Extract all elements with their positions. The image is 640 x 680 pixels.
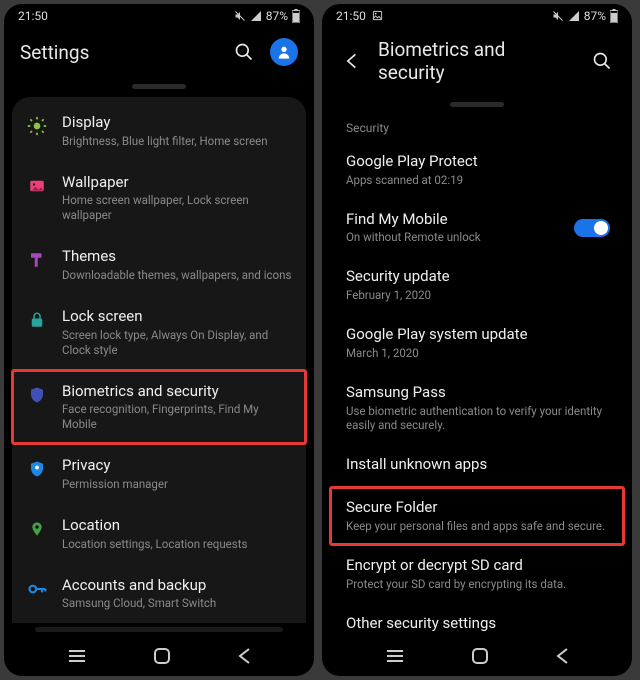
item-title: Themes <box>62 247 292 266</box>
security-item-other-security-settings[interactable]: Other security settingsChange other secu… <box>330 603 624 637</box>
drag-handle <box>450 102 504 107</box>
settings-list: Display Brightness, Blue light filter, H… <box>4 97 314 623</box>
battery-icon <box>292 9 300 23</box>
item-sub: Brightness, Blue light filter, Home scre… <box>62 134 292 149</box>
status-bar: 21:50 87% <box>322 4 632 28</box>
status-right: 87% <box>234 9 300 23</box>
security-item-google-play-system-update[interactable]: Google Play system update March 1, 2020 <box>330 314 624 372</box>
pin-icon <box>26 518 48 540</box>
item-title: Lock screen <box>62 307 292 326</box>
profile-avatar[interactable] <box>270 38 298 66</box>
home-button[interactable] <box>471 647 489 665</box>
sun-icon <box>26 115 48 137</box>
item-sub: Screen lock type, Always On Display, and… <box>62 328 292 358</box>
settings-item-lock-screen[interactable]: Lock screen Screen lock type, Always On … <box>12 295 306 370</box>
item-title: Encrypt or decrypt SD card <box>346 556 608 575</box>
item-title: Secure Folder <box>346 498 608 517</box>
phone-left-settings: 21:50 87% Settings Display Brigh <box>4 4 314 676</box>
item-title: Accounts and backup <box>62 576 292 595</box>
nav-bar <box>322 636 632 676</box>
battery-pct: 87% <box>584 9 606 23</box>
section-label: Security <box>330 115 624 141</box>
nav-bar <box>4 636 314 676</box>
item-sub: Downloadable themes, wallpapers, and ico… <box>62 268 292 283</box>
item-title: Display <box>62 113 292 132</box>
settings-item-biometrics-and-security[interactable]: Biometrics and security Face recognition… <box>12 370 306 445</box>
settings-item-display[interactable]: Display Brightness, Blue light filter, H… <box>12 101 306 161</box>
item-sub: Change other security settings, such as … <box>346 634 608 636</box>
security-item-encrypt-or-decrypt-sd-card[interactable]: Encrypt or decrypt SD card Protect your S… <box>330 545 624 603</box>
status-time: 21:50 <box>18 9 48 23</box>
item-title: Security update <box>346 267 608 286</box>
security-item-google-play-protect[interactable]: Google Play Protect Apps scanned at 02:19 <box>330 141 624 199</box>
security-item-samsung-pass[interactable]: Samsung Pass Use biometric authentication… <box>330 372 624 445</box>
security-list: Security Google Play Protect Apps scanned… <box>322 115 632 636</box>
item-title: Wallpaper <box>62 173 292 192</box>
item-title: Privacy <box>62 456 292 475</box>
phone-right-biometrics: 21:50 87% Biometrics and security Securi… <box>322 4 632 676</box>
settings-item-location[interactable]: Location Location settings, Location req… <box>12 504 306 564</box>
recent-apps-button[interactable] <box>385 649 405 663</box>
item-title: Install unknown apps <box>346 455 608 474</box>
signal-icon <box>250 10 262 22</box>
battery-pct: 87% <box>266 9 288 23</box>
security-item-install-unknown-apps[interactable]: Install unknown apps <box>330 444 624 487</box>
security-item-secure-folder[interactable]: Secure Folder Keep your personal files an… <box>330 487 624 545</box>
item-title: Google Play system update <box>346 325 608 344</box>
settings-item-accounts-and-backup[interactable]: Accounts and backup Samsung Cloud, Smart… <box>12 564 306 623</box>
item-sub: Home screen wallpaper, Lock screen wallp… <box>62 193 292 223</box>
mute-icon <box>234 10 246 22</box>
key-icon <box>26 578 48 600</box>
item-sub: February 1, 2020 <box>346 288 608 303</box>
item-sub: Permission manager <box>62 477 292 492</box>
security-item-find-my-mobile[interactable]: Find My MobileOn without Remote unlock <box>330 199 624 257</box>
item-title: Samsung Pass <box>346 383 608 402</box>
item-sub: Protect your SD card by encrypting its d… <box>346 577 608 592</box>
shield-dot-icon <box>26 458 48 480</box>
header-right: Biometrics and security <box>322 28 632 98</box>
scroll-indicator <box>35 627 283 632</box>
header-left: Settings <box>4 28 314 80</box>
status-right: 87% <box>552 9 618 23</box>
item-title: Other security settings <box>346 614 608 633</box>
item-sub: Use biometric authentication to verify y… <box>346 404 608 434</box>
item-sub: Location settings, Location requests <box>62 537 292 552</box>
status-time: 21:50 <box>336 9 383 23</box>
settings-item-privacy[interactable]: Privacy Permission manager <box>12 444 306 504</box>
brush-icon <box>26 249 48 271</box>
recent-apps-button[interactable] <box>67 649 87 663</box>
home-button[interactable] <box>153 647 171 665</box>
back-button[interactable] <box>237 647 251 665</box>
toggle-switch[interactable] <box>574 219 610 237</box>
signal-icon <box>568 10 580 22</box>
item-title: Biometrics and security <box>62 382 292 401</box>
search-button[interactable] <box>588 47 616 75</box>
item-sub: March 1, 2020 <box>346 346 608 361</box>
item-sub: On without Remote unlock <box>346 230 608 245</box>
shield-icon <box>26 384 48 406</box>
battery-icon <box>610 9 618 23</box>
lock-icon <box>26 309 48 331</box>
search-button[interactable] <box>230 38 258 66</box>
item-title: Google Play Protect <box>346 152 608 171</box>
mute-icon <box>552 10 564 22</box>
page-title: Biometrics and security <box>378 38 576 84</box>
item-sub: Face recognition, Fingerprints, Find My … <box>62 402 292 432</box>
image-icon <box>26 175 48 197</box>
back-button[interactable] <box>555 647 569 665</box>
page-title: Settings <box>20 41 218 64</box>
back-button-header[interactable] <box>338 47 366 75</box>
item-title: Find My Mobile <box>346 210 608 229</box>
settings-item-wallpaper[interactable]: Wallpaper Home screen wallpaper, Lock sc… <box>12 161 306 236</box>
security-item-security-update[interactable]: Security update February 1, 2020 <box>330 256 624 314</box>
status-bar: 21:50 87% <box>4 4 314 28</box>
item-sub: Keep your personal files and apps safe a… <box>346 519 608 534</box>
drag-handle <box>132 84 186 89</box>
item-sub: Apps scanned at 02:19 <box>346 173 608 188</box>
item-sub: Samsung Cloud, Smart Switch <box>62 596 292 611</box>
settings-item-themes[interactable]: Themes Downloadable themes, wallpapers, … <box>12 235 306 295</box>
item-title: Location <box>62 516 292 535</box>
